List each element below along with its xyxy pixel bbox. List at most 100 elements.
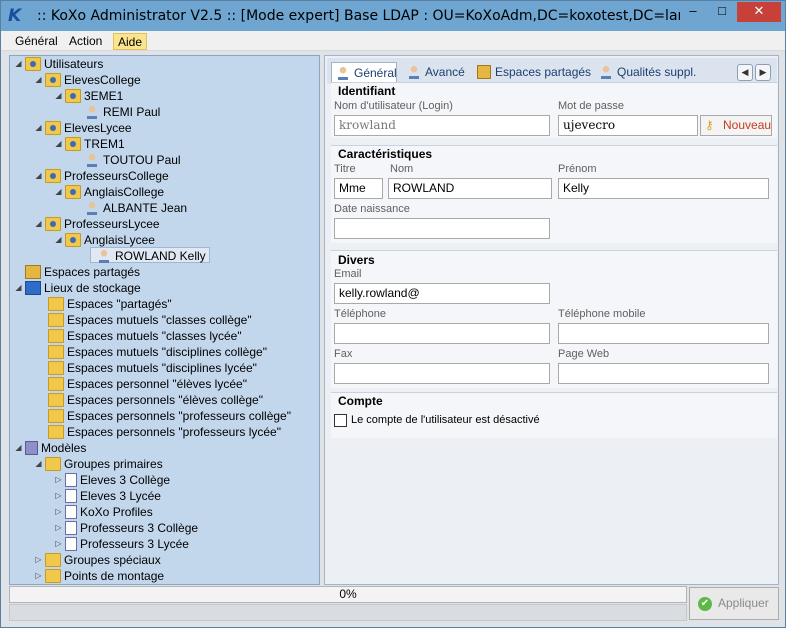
close-button[interactable]: ✕ — [737, 2, 781, 22]
collapse-icon[interactable]: ◢ — [34, 120, 43, 136]
collapse-icon[interactable]: ◢ — [14, 56, 23, 72]
user-icon — [336, 65, 350, 80]
shared-spaces-icon — [477, 64, 491, 79]
tree-node-eleveslycee[interactable]: ◢ ElevesLycee — [34, 120, 132, 136]
tree-node-model-3[interactable]: ▷ KoXo Profiles — [54, 504, 153, 520]
tree-node-storage-2[interactable]: Espaces mutuels "classes collège" — [46, 312, 252, 328]
title-bar[interactable]: K :: KoXo Administrator V2.5 :: [Mode ex… — [1, 1, 785, 31]
tree-node-utilisateurs[interactable]: ◢ Utilisateurs — [14, 56, 103, 72]
tab-avance[interactable]: Avancé — [403, 62, 469, 84]
tree-label: Lieux de stockage — [44, 281, 141, 295]
phone-field[interactable] — [334, 323, 550, 344]
user-icon — [84, 201, 100, 215]
tree-node-rowland-kelly[interactable]: ROWLAND Kelly — [90, 247, 210, 263]
tree-node-storage-8[interactable]: Espaces personnels "professeurs collège" — [46, 408, 291, 424]
mobile-field[interactable] — [558, 323, 769, 344]
menu-action[interactable]: Action — [65, 33, 106, 50]
collapse-icon[interactable]: ◢ — [54, 184, 63, 200]
tree-node-3eme1[interactable]: ◢ 3EME1 — [54, 88, 123, 104]
birth-date-field[interactable] — [334, 218, 550, 239]
tree-node-model-5[interactable]: ▷ Professeurs 3 Lycée — [54, 536, 189, 552]
expand-icon[interactable]: ▷ — [54, 504, 63, 520]
tab-qualites-suppl[interactable]: Qualités suppl. — [595, 62, 701, 84]
tree-node-albante-jean[interactable]: ALBANTE Jean — [82, 200, 187, 216]
tree-node-espaces-partages[interactable]: Espaces partagés — [14, 264, 140, 280]
expand-icon[interactable]: ▷ — [34, 552, 43, 568]
tab-scroll-right-button[interactable]: ▶ — [755, 64, 771, 81]
menu-aide[interactable]: Aide — [113, 33, 148, 50]
fax-field[interactable] — [334, 363, 550, 384]
tree-node-groupes-primaires[interactable]: ◢ Groupes primaires — [34, 456, 163, 472]
tree-label: Espaces mutuels "classes collège" — [67, 313, 252, 327]
collapse-icon[interactable]: ◢ — [54, 136, 63, 152]
folder-icon — [48, 393, 64, 407]
ou-folder-icon — [65, 137, 81, 151]
tree-node-anglaislycee[interactable]: ◢ AnglaisLycee — [54, 232, 155, 248]
prenom-field[interactable]: Kelly — [558, 178, 769, 199]
tree-label: ROWLAND Kelly — [115, 249, 206, 263]
tab-scroll-left-button[interactable]: ◀ — [737, 64, 753, 81]
collapse-icon[interactable]: ◢ — [34, 72, 43, 88]
tree-node-storage-4[interactable]: Espaces mutuels "disciplines collège" — [46, 344, 267, 360]
birth-date-label: Date naissance — [334, 203, 410, 215]
account-disabled-checkbox[interactable] — [334, 414, 347, 427]
tree-node-lieux-de-stockage[interactable]: ◢ Lieux de stockage — [14, 280, 141, 296]
tree-label: ProfesseursCollege — [64, 169, 169, 183]
tree-node-model-1[interactable]: ▷ Eleves 3 Collège — [54, 472, 170, 488]
minimize-button[interactable]: – — [680, 2, 706, 22]
details-panel: Général Avancé Espaces partagés Qualités… — [324, 55, 779, 585]
navigation-tree[interactable]: ◢ Utilisateurs ◢ ElevesCollege ◢ 3EME1 REMI… — [9, 55, 320, 585]
password-field[interactable]: ujevecro — [558, 115, 698, 136]
titre-field[interactable]: Mme — [334, 178, 383, 199]
web-page-field[interactable] — [558, 363, 769, 384]
expand-icon[interactable]: ▷ — [54, 536, 63, 552]
tree-node-groupes-speciaux[interactable]: ▷ Groupes spéciaux — [34, 552, 161, 568]
collapse-icon[interactable]: ◢ — [54, 232, 63, 248]
tree-node-points-de-montage[interactable]: ▷ Points de montage — [34, 568, 164, 584]
expand-icon[interactable]: ▷ — [54, 520, 63, 536]
tree-node-storage-3[interactable]: Espaces mutuels "classes lycée" — [46, 328, 242, 344]
tree-node-remi-paul[interactable]: REMI Paul — [82, 104, 160, 120]
tree-label: REMI Paul — [103, 105, 161, 119]
expand-icon[interactable]: ▷ — [54, 472, 63, 488]
tree-node-modeles[interactable]: ◢ Modèles — [14, 440, 86, 456]
tree-node-storage-5[interactable]: Espaces mutuels "disciplines lycée" — [46, 360, 257, 376]
tree-node-toutou-paul[interactable]: TOUTOU Paul — [82, 152, 181, 168]
tree-node-trem1[interactable]: ◢ TREM1 — [54, 136, 125, 152]
login-field[interactable]: krowland — [334, 115, 550, 136]
collapse-icon[interactable]: ◢ — [34, 456, 43, 472]
collapse-icon[interactable]: ◢ — [14, 280, 23, 296]
new-password-button[interactable]: ⚷ Nouveau — [700, 115, 772, 136]
apply-button[interactable]: ✔ Appliquer — [689, 587, 779, 620]
tree-node-elevescollege[interactable]: ◢ ElevesCollege — [34, 72, 141, 88]
section-compte: Compte Le compte de l'utilisateur est dé… — [331, 392, 777, 438]
folder-icon — [48, 297, 64, 311]
expand-icon[interactable]: ▷ — [34, 568, 43, 584]
tree-node-model-4[interactable]: ▷ Professeurs 3 Collège — [54, 520, 198, 536]
ou-folder-icon — [65, 233, 81, 247]
tree-node-storage-1[interactable]: Espaces "partagés" — [46, 296, 172, 312]
model-doc-icon — [65, 537, 77, 551]
maximize-button[interactable]: □ — [709, 2, 735, 22]
collapse-icon[interactable]: ◢ — [34, 216, 43, 232]
collapse-icon[interactable]: ◢ — [54, 88, 63, 104]
tree-node-storage-6[interactable]: Espaces personnel "élèves lycée" — [46, 376, 247, 392]
email-field[interactable]: kelly.rowland@ — [334, 283, 550, 304]
tree-label: Professeurs 3 Lycée — [80, 537, 189, 551]
tree-node-storage-9[interactable]: Espaces personnels "professeurs lycée" — [46, 424, 281, 440]
nom-field[interactable]: ROWLAND — [388, 178, 552, 199]
tree-node-model-2[interactable]: ▷ Eleves 3 Lycée — [54, 488, 161, 504]
tree-label: Espaces personnel "élèves lycée" — [67, 377, 247, 391]
tree-node-storage-7[interactable]: Espaces personnels "élèves collège" — [46, 392, 263, 408]
tree-node-anglaiscollege[interactable]: ◢ AnglaisCollege — [54, 184, 164, 200]
menu-general[interactable]: Général — [11, 33, 62, 50]
user-icon — [84, 105, 100, 119]
tree-label: AnglaisCollege — [84, 185, 165, 199]
tree-node-professeurslycee[interactable]: ◢ ProfesseursLycee — [34, 216, 160, 232]
collapse-icon[interactable]: ◢ — [14, 440, 23, 456]
tab-strip: Général Avancé Espaces partagés Qualités… — [327, 58, 777, 85]
tab-espaces-partages[interactable]: Espaces partagés — [473, 62, 591, 84]
collapse-icon[interactable]: ◢ — [34, 168, 43, 184]
tree-node-professeurscollege[interactable]: ◢ ProfesseursCollege — [34, 168, 169, 184]
expand-icon[interactable]: ▷ — [54, 488, 63, 504]
